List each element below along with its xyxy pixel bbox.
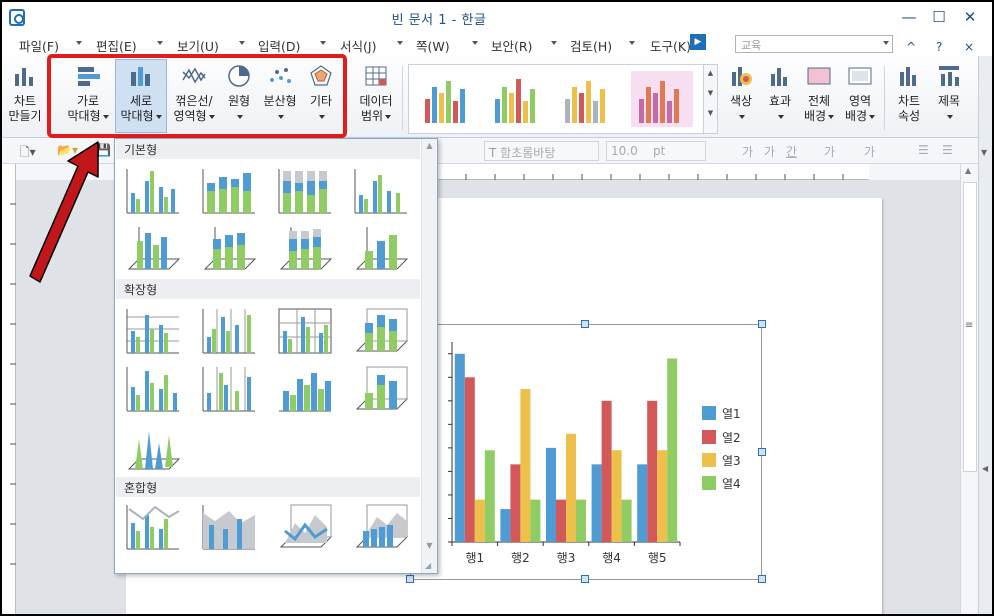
app-window: 빈 문서 1 - 한글 — ☐ ✕ 파일(F) 편집(E) 보기(U) 입력(D…: [2, 2, 992, 614]
annotation-arrow: [29, 141, 99, 283]
